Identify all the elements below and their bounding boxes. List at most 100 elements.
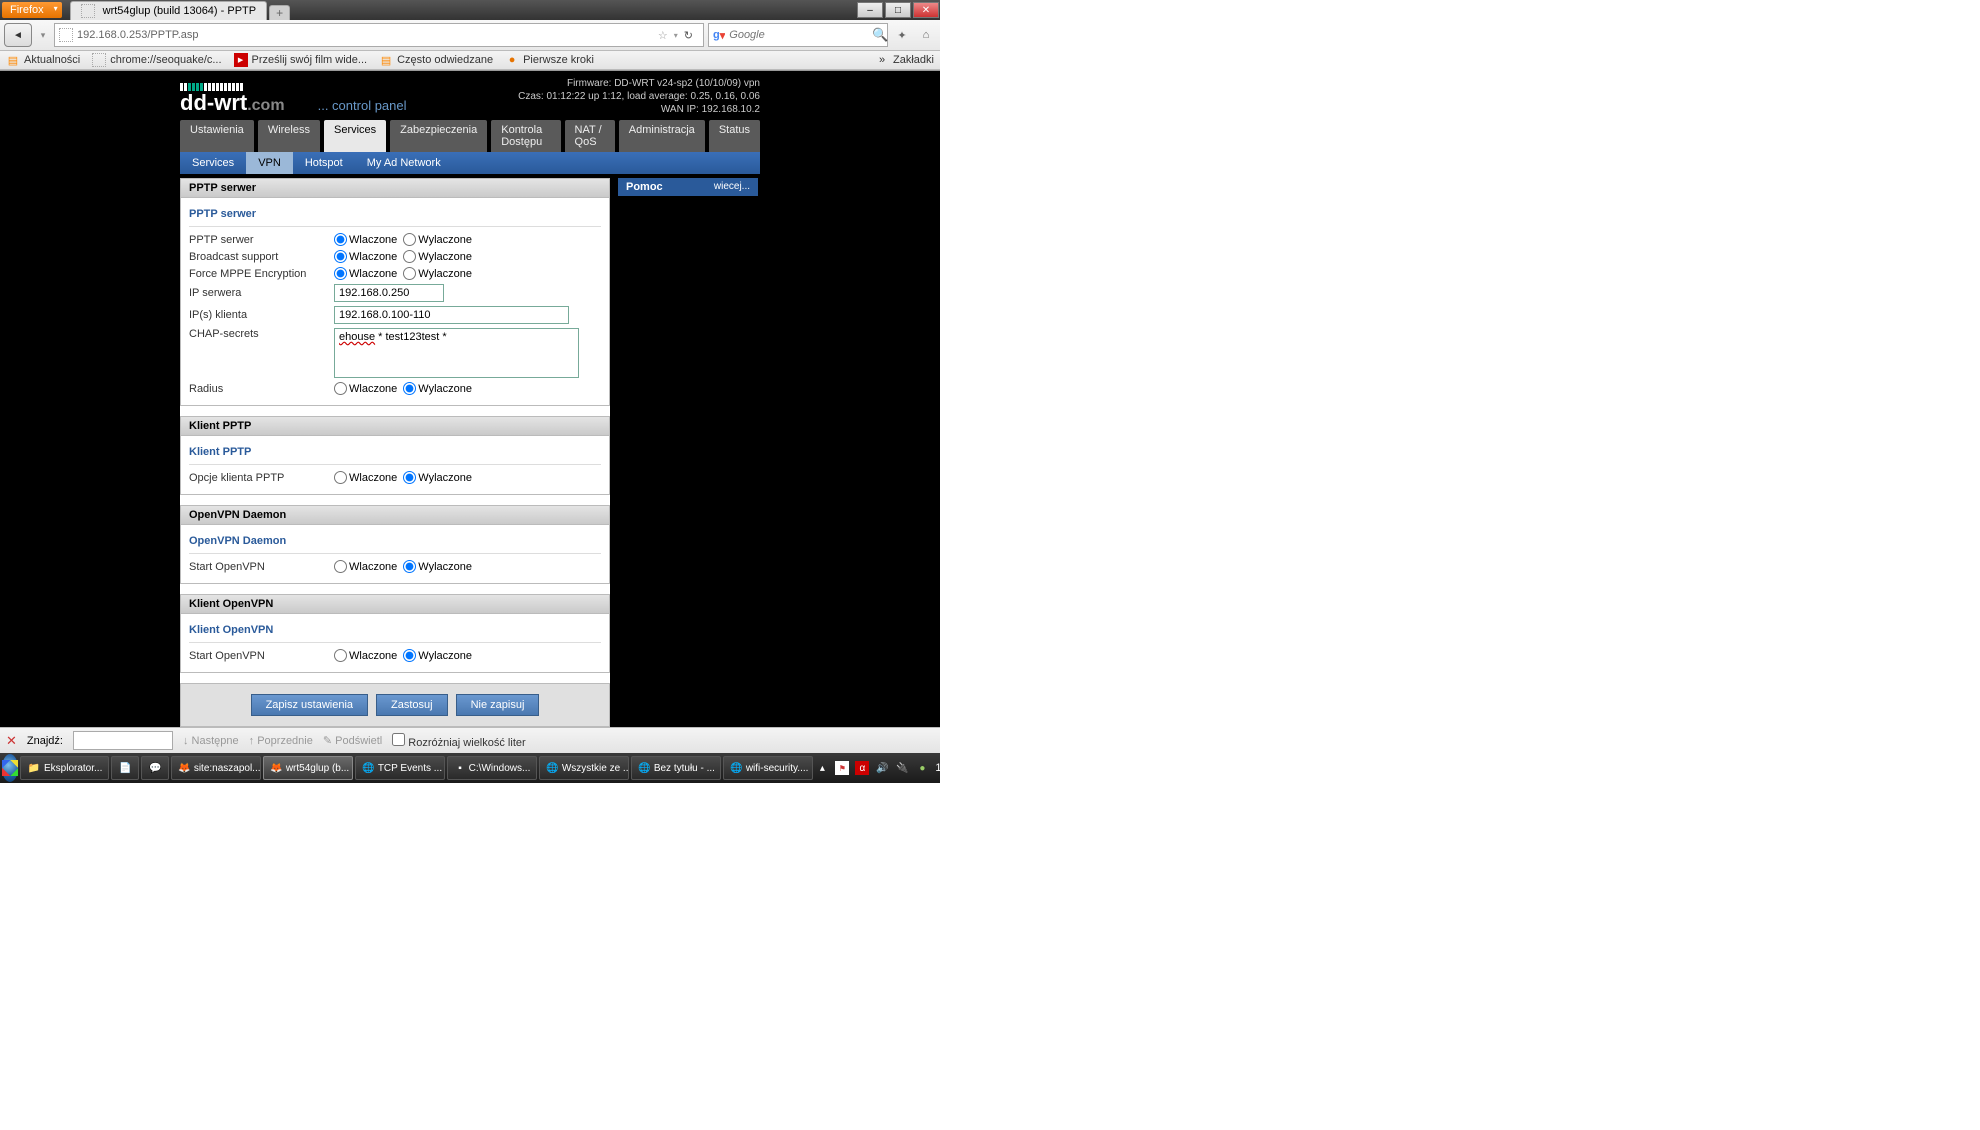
server-ip-input[interactable] [334, 284, 444, 302]
radio-disable[interactable]: Wylaczone [403, 649, 472, 662]
help-box[interactable]: Pomoc wiecej... [618, 178, 758, 196]
taskbar-item[interactable]: 🦊wrt54glup (b... [263, 756, 353, 780]
taskbar-item[interactable]: 💬 [141, 756, 169, 780]
firefox-icon: ● [505, 53, 519, 67]
sub-tab-vpn[interactable]: VPN [246, 152, 293, 174]
bookmark-item[interactable]: ▤Często odwiedzane [379, 53, 493, 67]
firmware-text: Firmware: DD-WRT v24-sp2 (10/10/09) vpn [518, 77, 760, 90]
radio-disable[interactable]: Wylaczone [403, 382, 472, 395]
bookmark-item[interactable]: ●Pierwsze kroki [505, 53, 594, 67]
chap-secrets-textarea[interactable]: ehouse * test123test * [334, 328, 579, 378]
section-subheader: Klient PPTP [189, 442, 601, 465]
radio-disable[interactable]: Wylaczone [403, 250, 472, 263]
radio-enable[interactable]: Wlaczone [334, 471, 397, 484]
taskbar-item-label: TCP Events ... [378, 763, 442, 774]
radio-enable[interactable]: Wlaczone [334, 560, 397, 573]
field-label: Start OpenVPN [189, 561, 334, 573]
save-button[interactable]: Zapisz ustawienia [251, 694, 368, 716]
firefox-menu-button[interactable]: Firefox [2, 2, 62, 18]
sub-tab-hotspot[interactable]: Hotspot [293, 152, 355, 174]
main-tab-kontrola-dost-pu[interactable]: Kontrola Dostępu [491, 120, 560, 152]
sub-tab-my-ad-network[interactable]: My Ad Network [355, 152, 453, 174]
panel-header: OpenVPN Daemon [181, 506, 609, 525]
findbar-input[interactable] [73, 731, 173, 750]
new-tab-button[interactable]: + [269, 5, 290, 20]
radio-disable[interactable]: Wylaczone [403, 560, 472, 573]
browser-tab[interactable]: wrt54glup (build 13064) - PPTP [70, 1, 267, 20]
window-close-button[interactable]: ✕ [913, 2, 939, 18]
search-go-icon[interactable]: 🔍 [872, 27, 888, 43]
taskbar-item[interactable]: 🦊site:naszapol... [171, 756, 261, 780]
taskbar-item[interactable]: 🌐TCP Events ... [355, 756, 445, 780]
start-button[interactable] [2, 754, 18, 782]
client-ip-input[interactable] [334, 306, 569, 324]
radio-disable[interactable]: Wylaczone [403, 233, 472, 246]
tray-network-icon[interactable]: 🔌 [895, 761, 909, 775]
tray-antivirus-icon[interactable]: α [855, 761, 869, 775]
main-tab-administracja[interactable]: Administracja [619, 120, 705, 152]
tray-app-icon[interactable]: ● [915, 761, 929, 775]
taskbar-item-label: Wszystkie ze ... [562, 763, 630, 774]
reload-button[interactable]: ↻ [678, 29, 699, 42]
tray-show-hidden-icon[interactable]: ▴ [815, 761, 829, 775]
forward-button[interactable]: ▾ [36, 23, 50, 47]
apply-button[interactable]: Zastosuj [376, 694, 448, 716]
radio-disable[interactable]: Wylaczone [403, 471, 472, 484]
bookmark-item[interactable]: ▶Prześlij swój film wide... [234, 53, 368, 67]
brand-suffix: .com [247, 97, 284, 114]
taskbar-clock[interactable]: 14:39 [935, 762, 963, 774]
taskbar-item[interactable]: ▪C:\Windows... [447, 756, 537, 780]
bookmark-item[interactable]: chrome://seoquake/c... [92, 53, 221, 67]
bookmarks-menu[interactable]: »Zakładki [875, 53, 934, 67]
bookmark-label: Często odwiedzane [397, 54, 493, 66]
back-button[interactable] [4, 23, 32, 47]
tray-flag-icon[interactable]: ⚑ [835, 761, 849, 775]
taskbar-item[interactable]: 🌐Wszystkie ze ... [539, 756, 629, 780]
radio-enable[interactable]: Wlaczone [334, 267, 397, 280]
main-tab-zabezpieczenia[interactable]: Zabezpieczenia [390, 120, 487, 152]
panel-header: PPTP serwer [181, 179, 609, 198]
page-icon [92, 53, 106, 67]
addon-icon[interactable]: ✦ [892, 25, 912, 45]
main-tab-services[interactable]: Services [324, 120, 386, 152]
findbar-highlight-button[interactable]: ✎ Podświetl [323, 734, 382, 747]
search-bar[interactable]: g▾ 🔍 [708, 23, 888, 47]
ddwrt-logo: dd-wrt.com ... control panel [180, 83, 407, 116]
taskbar-item-label: Eksplorator... [44, 763, 102, 774]
taskbar-item[interactable]: 🌐Bez tytułu - ... [631, 756, 721, 780]
home-button[interactable]: ⌂ [916, 25, 936, 45]
url-bar[interactable]: ☆ ▾ ↻ [54, 23, 704, 47]
radio-enable[interactable]: Wlaczone [334, 233, 397, 246]
findbar-prev-button[interactable]: ↑ Poprzednie [249, 735, 313, 747]
panel-header: Klient PPTP [181, 417, 609, 436]
bookmark-star-icon[interactable]: ☆ [652, 29, 674, 42]
findbar-next-button[interactable]: ↓ Następne [183, 735, 239, 747]
findbar-case-checkbox[interactable]: Rozróżniaj wielkość liter [392, 733, 525, 749]
section-subheader: PPTP serwer [189, 204, 601, 227]
sub-tab-services[interactable]: Services [180, 152, 246, 174]
help-more-link[interactable]: wiecej... [714, 181, 750, 193]
main-tab-ustawienia[interactable]: Ustawienia [180, 120, 254, 152]
main-tab-wireless[interactable]: Wireless [258, 120, 320, 152]
radio-enable[interactable]: Wlaczone [334, 250, 397, 263]
taskbar-item[interactable]: 🌐wifi-security.... [723, 756, 813, 780]
main-tab-nat-qos[interactable]: NAT / QoS [565, 120, 615, 152]
radio-disable[interactable]: Wylaczone [403, 267, 472, 280]
window-minimize-button[interactable]: – [857, 2, 883, 18]
window-maximize-button[interactable]: □ [885, 2, 911, 18]
radio-enable[interactable]: Wlaczone [334, 382, 397, 395]
search-input[interactable] [725, 29, 872, 41]
wanip-text: WAN IP: 192.168.10.2 [518, 103, 760, 116]
tray-volume-icon[interactable]: 🔊 [875, 761, 889, 775]
findbar-close-button[interactable]: ✕ [6, 733, 17, 749]
taskbar-item[interactable]: 📁Eksplorator... [20, 756, 109, 780]
taskbar-item[interactable]: 📄 [111, 756, 139, 780]
section-subheader: OpenVPN Daemon [189, 531, 601, 554]
main-tab-status[interactable]: Status [709, 120, 760, 152]
url-input[interactable] [77, 29, 652, 41]
bookmark-item[interactable]: ▤Aktualności [6, 53, 80, 67]
cancel-button[interactable]: Nie zapisuj [456, 694, 540, 716]
field-label: PPTP serwer [189, 234, 334, 246]
radio-enable[interactable]: Wlaczone [334, 649, 397, 662]
folder-icon: 📁 [27, 761, 41, 775]
